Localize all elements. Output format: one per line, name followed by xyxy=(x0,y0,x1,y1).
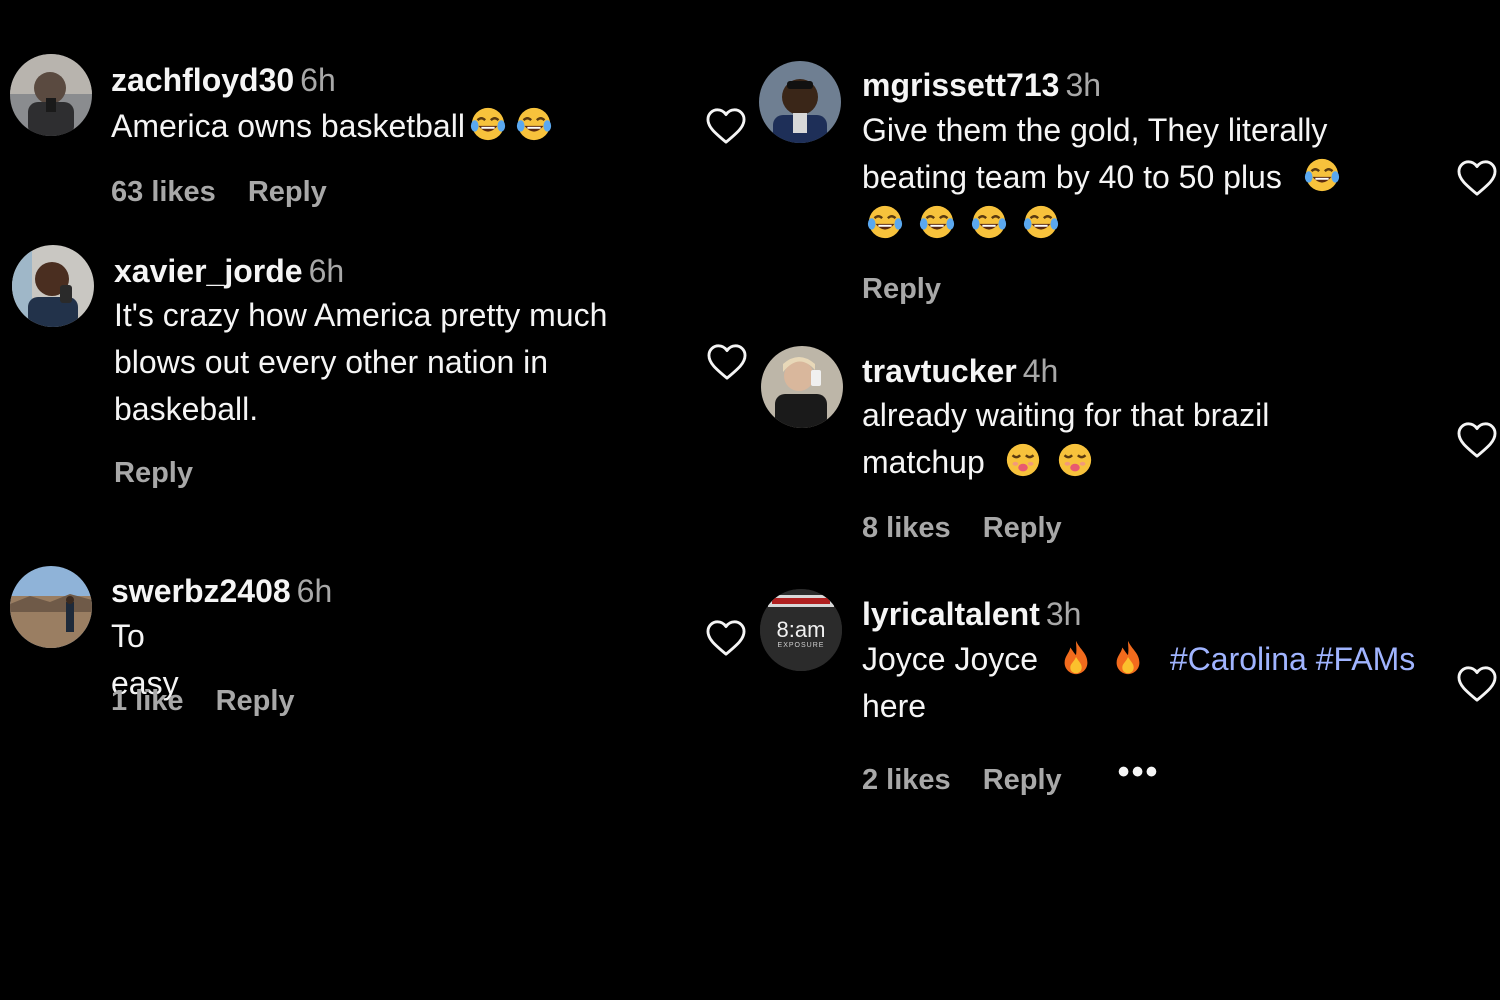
avatar[interactable] xyxy=(761,346,843,428)
comment-text-content: Give them the gold, They literally beati… xyxy=(862,112,1328,195)
timestamp: 3h xyxy=(1065,67,1102,103)
comment-text-content: Joyce Joyce xyxy=(862,641,1039,677)
comment-actions: 8 likes Reply xyxy=(862,508,1062,548)
heart-outline-icon[interactable] xyxy=(1456,665,1498,703)
reply-button[interactable]: Reply xyxy=(248,172,327,212)
comment-header: swerbz2408 6h xyxy=(111,571,332,611)
reply-button[interactable]: Reply xyxy=(114,453,193,493)
face-with-tears-of-joy-icon xyxy=(866,203,904,241)
hashtag-links[interactable]: #Carolina #FAMs xyxy=(1170,641,1415,677)
avatar[interactable] xyxy=(12,245,94,327)
reply-button[interactable]: Reply xyxy=(983,760,1062,800)
likes-count[interactable]: 1 like xyxy=(111,681,184,721)
face-with-tears-of-joy-icon xyxy=(918,203,956,241)
avatar[interactable]: 8:am EXPOSURE xyxy=(760,589,842,671)
more-options-icon[interactable]: ••• xyxy=(1118,752,1160,792)
comment-actions: 2 likes Reply ••• xyxy=(862,752,1159,800)
reply-button[interactable]: Reply xyxy=(862,269,941,309)
comment-header: mgrissett713 3h xyxy=(862,65,1101,105)
username[interactable]: zachfloyd30 xyxy=(111,62,294,98)
face-with-tears-of-joy-icon xyxy=(515,105,553,143)
timestamp: 4h xyxy=(1022,353,1059,389)
comment-header: zachfloyd30 6h xyxy=(111,60,336,100)
comment-header: lyricaltalent 3h xyxy=(862,594,1081,634)
timestamp: 6h xyxy=(296,573,333,609)
likes-count[interactable]: 2 likes xyxy=(862,760,951,800)
avatar-logo-subtext: EXPOSURE xyxy=(778,642,825,649)
timestamp: 6h xyxy=(300,62,336,98)
heart-outline-icon[interactable] xyxy=(1456,421,1498,459)
comment-text: already waiting for that brazil matchup xyxy=(862,392,1362,486)
username[interactable]: lyricaltalent xyxy=(862,596,1040,632)
likes-count[interactable]: 8 likes xyxy=(862,508,951,548)
likes-count[interactable]: 63 likes xyxy=(111,172,216,212)
face-with-tears-of-joy-icon xyxy=(1303,156,1341,194)
avatar[interactable] xyxy=(759,61,841,143)
username[interactable]: mgrissett713 xyxy=(862,67,1059,103)
comment-text: Joyce Joyce #Carolina #FAMs here xyxy=(862,636,1452,730)
avatar[interactable] xyxy=(10,54,92,136)
reply-button[interactable]: Reply xyxy=(983,508,1062,548)
avatar-logo-text: 8:am xyxy=(777,617,826,642)
username[interactable]: xavier_jorde xyxy=(114,253,303,289)
comment-actions: 1 like Reply xyxy=(111,681,295,721)
comment-text: It's crazy how America pretty much blows… xyxy=(114,297,608,427)
timestamp: 3h xyxy=(1045,596,1082,632)
comment-header: xavier_jorde 6h xyxy=(114,251,344,291)
heart-outline-icon[interactable] xyxy=(705,107,747,145)
username[interactable]: travtucker xyxy=(862,353,1017,389)
face-with-tears-of-joy-icon xyxy=(1022,203,1060,241)
comment-actions: 63 likes Reply xyxy=(111,172,327,212)
comment-header: travtucker 4h xyxy=(862,351,1058,391)
face-savoring-drool-icon xyxy=(1004,441,1042,479)
comment-text-end: here xyxy=(862,688,927,724)
comment-text: Give them the gold, They literally beati… xyxy=(862,107,1422,248)
heart-outline-icon[interactable] xyxy=(705,619,747,657)
comment-text: America owns basketball xyxy=(111,103,671,150)
avatar[interactable] xyxy=(10,566,92,648)
comment-actions: Reply xyxy=(114,453,193,493)
comment-text-content: America owns basketball xyxy=(111,108,465,144)
fire-icon xyxy=(1057,638,1095,676)
face-with-tears-of-joy-icon xyxy=(970,203,1008,241)
comment-actions: Reply xyxy=(862,269,941,309)
username[interactable]: swerbz2408 xyxy=(111,573,291,609)
face-savoring-drool-icon xyxy=(1056,441,1094,479)
reply-button[interactable]: Reply xyxy=(216,681,295,721)
fire-icon xyxy=(1109,638,1147,676)
heart-outline-icon[interactable] xyxy=(1456,159,1498,197)
face-with-tears-of-joy-icon xyxy=(469,105,507,143)
heart-outline-icon[interactable] xyxy=(706,343,748,381)
timestamp: 6h xyxy=(308,253,345,289)
